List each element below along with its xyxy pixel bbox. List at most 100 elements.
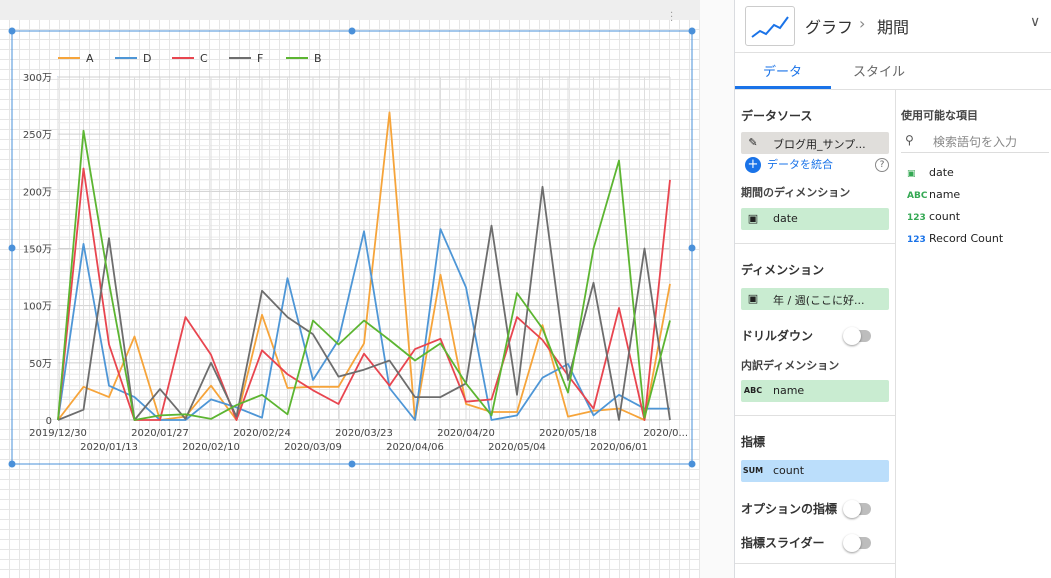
x-tick-label: 2020/04/06 [386,442,444,453]
y-tick-label: 300万 [23,73,52,84]
blend-data-button[interactable]: + データを統合 [745,156,833,173]
legend-label: C [200,52,208,65]
number-icon: 123 [907,213,926,223]
chevron-down-icon[interactable]: ∨ [1030,14,1040,30]
resize-handle[interactable] [688,460,696,468]
optional-metric-toggle[interactable] [843,500,871,518]
dimension-chip[interactable]: ▣ 年 / 週(ここに好... [741,288,889,310]
x-tick-label: 2020/04/20 [437,428,495,439]
resize-handle[interactable] [688,27,696,35]
x-tick-label: 2020/03/09 [284,442,342,453]
tab-style[interactable]: スタイル [853,61,905,80]
field-name: Record Count [929,232,1004,245]
dimension-field: 年 / 週(ここに好... [773,294,865,307]
y-tick-label: 0 [46,416,52,427]
help-icon[interactable]: ? [875,158,889,172]
tab-data[interactable]: データ [763,61,802,80]
available-fields-column: 使用可能な項目 ⚲ 検索語句を入力 ▣ date ABC name 123 count… [895,90,1051,578]
sum-icon: SUM [742,466,764,475]
y-tick-label: 200万 [23,187,52,198]
drilldown-label: ドリルダウン [741,329,814,343]
field-item[interactable]: 123 Record Count [907,232,1003,245]
legend-label: A [86,52,94,65]
x-tick-label: 2020/02/24 [233,428,291,439]
breakdown-title: 内訳ディメンション [741,359,840,372]
legend-label: F [257,52,263,65]
metric-slider-label: 指標スライダー [741,536,825,550]
period-dimension-title: 期間のディメンション [741,186,851,199]
x-tick-label: 2019/12/30 [29,428,87,439]
resize-handle[interactable] [348,27,356,35]
resize-handle[interactable] [8,27,16,35]
chart-type-selector[interactable]: グラフ › 期間 ∨ [735,0,1051,53]
x-tick-label: 2020/0... [643,428,688,439]
x-tick-label: 2020/01/27 [131,428,189,439]
legend-label: B [314,52,322,65]
y-tick-label: 150万 [23,245,52,256]
chart-type-label: グラフ [805,18,854,37]
more-options-icon[interactable]: · · · [670,9,673,27]
field-name: count [929,210,961,223]
dimension-title: ディメンション [741,263,825,277]
data-config-column: データソース ✎ ブログ用_サンプ... + データを統合 ? 期間のディメンショ… [735,90,896,578]
period-dimension-chip[interactable]: ▣ date [741,208,889,230]
search-placeholder[interactable]: 検索語句を入力 [933,133,1017,150]
calendar-icon: ▣ [747,212,759,225]
x-tick-label: 2020/05/04 [488,442,546,453]
x-tick-label: 2020/01/13 [80,442,138,453]
drilldown-toggle[interactable] [843,327,871,345]
datasource-name: ブログ用_サンプ... [773,138,866,151]
y-tick-label: 50万 [29,359,52,370]
resize-handle[interactable] [348,460,356,468]
metric-title: 指標 [741,435,766,449]
y-tick-label: 250万 [23,130,52,141]
datasource-chip[interactable]: ✎ ブログ用_サンプ... [741,132,889,154]
legend-label: D [143,52,151,65]
field-item[interactable]: ABC name [907,188,960,201]
abc-icon: ABC [907,191,928,201]
line-chart-icon[interactable] [745,6,795,46]
toggle-knob [843,500,861,518]
field-search[interactable]: ⚲ 検索語句を入力 [901,130,1049,153]
property-panel: グラフ › 期間 ∨ データ スタイル データソース ✎ ブログ用_サンプ...… [734,0,1051,578]
x-tick-label: 2020/02/10 [182,442,240,453]
panel-tabs: データ スタイル [735,53,1051,90]
search-icon: ⚲ [905,133,914,147]
chart-subtype-label: 期間 [877,18,910,37]
field-item[interactable]: 123 count [907,210,960,223]
optional-metric-label: オプションの指標 [741,502,838,516]
x-tick-label: 2020/05/18 [539,428,597,439]
abc-icon: ABC [743,386,763,395]
resize-handle[interactable] [8,244,16,252]
number-icon: 123 [907,235,926,245]
toggle-knob [843,327,861,345]
resize-handle[interactable] [688,244,696,252]
metric-slider-toggle[interactable] [843,534,871,552]
x-tick-label: 2020/03/23 [335,428,393,439]
period-dimension-field: date [773,212,798,225]
toggle-knob [843,534,861,552]
chevron-right-icon: › [859,14,866,33]
available-fields-title: 使用可能な項目 [901,109,978,122]
chart-selection-frame[interactable] [11,30,693,465]
panel-gap [700,0,734,578]
blend-data-label: データを統合 [767,158,833,171]
field-name: name [929,188,961,201]
breakdown-chip[interactable]: ABC name [741,380,889,402]
pencil-icon[interactable]: ✎ [741,132,765,154]
x-tick-label: 2020/06/01 [590,442,648,453]
metric-chip[interactable]: SUM count [741,460,889,482]
divider [735,243,895,244]
field-item[interactable]: ▣ date [907,166,954,179]
calendar-icon: ▣ [907,169,916,179]
report-canvas-area: 0 50万 100万 150万 200万 250万 300万 2019/12/30 2020/… [0,0,700,578]
field-name: date [929,166,954,179]
datasource-title: データソース [741,109,813,123]
time-series-chart[interactable]: 0 50万 100万 150万 200万 250万 300万 2019/12/30 2020/… [0,0,700,578]
active-tab-indicator [735,86,831,89]
resize-handle[interactable] [8,460,16,468]
y-tick-label: 100万 [23,302,52,313]
breakdown-field: name [773,384,805,397]
calendar-icon: ▣ [747,292,759,305]
divider [735,415,895,416]
